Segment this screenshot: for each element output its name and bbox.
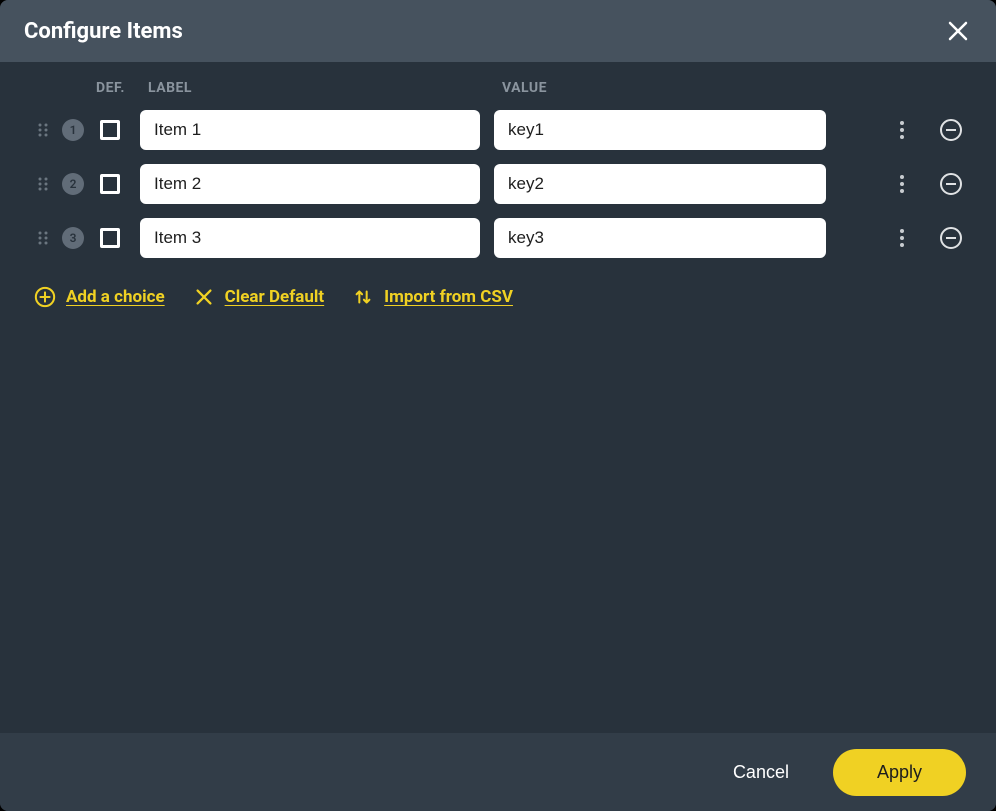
row-menu-button[interactable] [892,172,912,196]
import-csv-button[interactable]: Import from CSV [352,286,513,308]
row-menu-button[interactable] [892,118,912,142]
kebab-icon [900,175,904,193]
item-row: 2 [34,164,962,204]
row-actions [872,118,962,142]
close-icon [948,21,968,41]
default-checkbox-wrap [100,174,120,194]
kebab-icon [900,121,904,139]
remove-row-button[interactable] [940,173,962,195]
drag-icon [36,231,50,245]
items-list: 1 [34,110,962,258]
row-index-badge: 2 [62,173,84,195]
default-checkbox-wrap [100,228,120,248]
kebab-icon [900,229,904,247]
value-input[interactable] [494,110,826,150]
clear-default-label: Clear Default [225,287,325,307]
label-input[interactable] [140,164,480,204]
configure-items-dialog: Configure Items DEF. LABEL VALUE [0,0,996,811]
import-csv-label: Import from CSV [384,287,513,307]
label-input[interactable] [140,110,480,150]
drag-handle[interactable] [34,229,52,247]
label-input[interactable] [140,218,480,258]
drag-icon [36,177,50,191]
remove-row-button[interactable] [940,119,962,141]
apply-button[interactable]: Apply [833,749,966,796]
column-header-label: LABEL [146,80,488,96]
column-headers: DEF. LABEL VALUE [34,80,962,96]
action-bar: Add a choice Clear Default Import from C… [34,286,962,308]
cancel-button[interactable]: Cancel [719,752,803,793]
close-button[interactable] [944,17,972,45]
dialog-footer: Cancel Apply [0,733,996,811]
column-header-def: DEF. [96,80,146,96]
item-row: 3 [34,218,962,258]
item-row: 1 [34,110,962,150]
remove-row-button[interactable] [940,227,962,249]
row-menu-button[interactable] [892,226,912,250]
row-actions [872,226,962,250]
x-icon [193,286,215,308]
default-checkbox[interactable] [100,174,120,194]
dialog-body: DEF. LABEL VALUE 1 [0,62,996,733]
row-index-badge: 3 [62,227,84,249]
dialog-header: Configure Items [0,0,996,62]
plus-circle-icon [34,286,56,308]
row-actions [872,172,962,196]
drag-handle[interactable] [34,121,52,139]
drag-icon [36,123,50,137]
value-input[interactable] [494,218,826,258]
add-choice-label: Add a choice [66,287,165,307]
drag-handle[interactable] [34,175,52,193]
default-checkbox[interactable] [100,120,120,140]
dialog-title: Configure Items [24,19,183,44]
default-checkbox-wrap [100,120,120,140]
row-index-badge: 1 [62,119,84,141]
value-input[interactable] [494,164,826,204]
add-choice-button[interactable]: Add a choice [34,286,165,308]
clear-default-button[interactable]: Clear Default [193,286,325,308]
default-checkbox[interactable] [100,228,120,248]
column-header-value: VALUE [488,80,820,96]
import-export-icon [352,286,374,308]
